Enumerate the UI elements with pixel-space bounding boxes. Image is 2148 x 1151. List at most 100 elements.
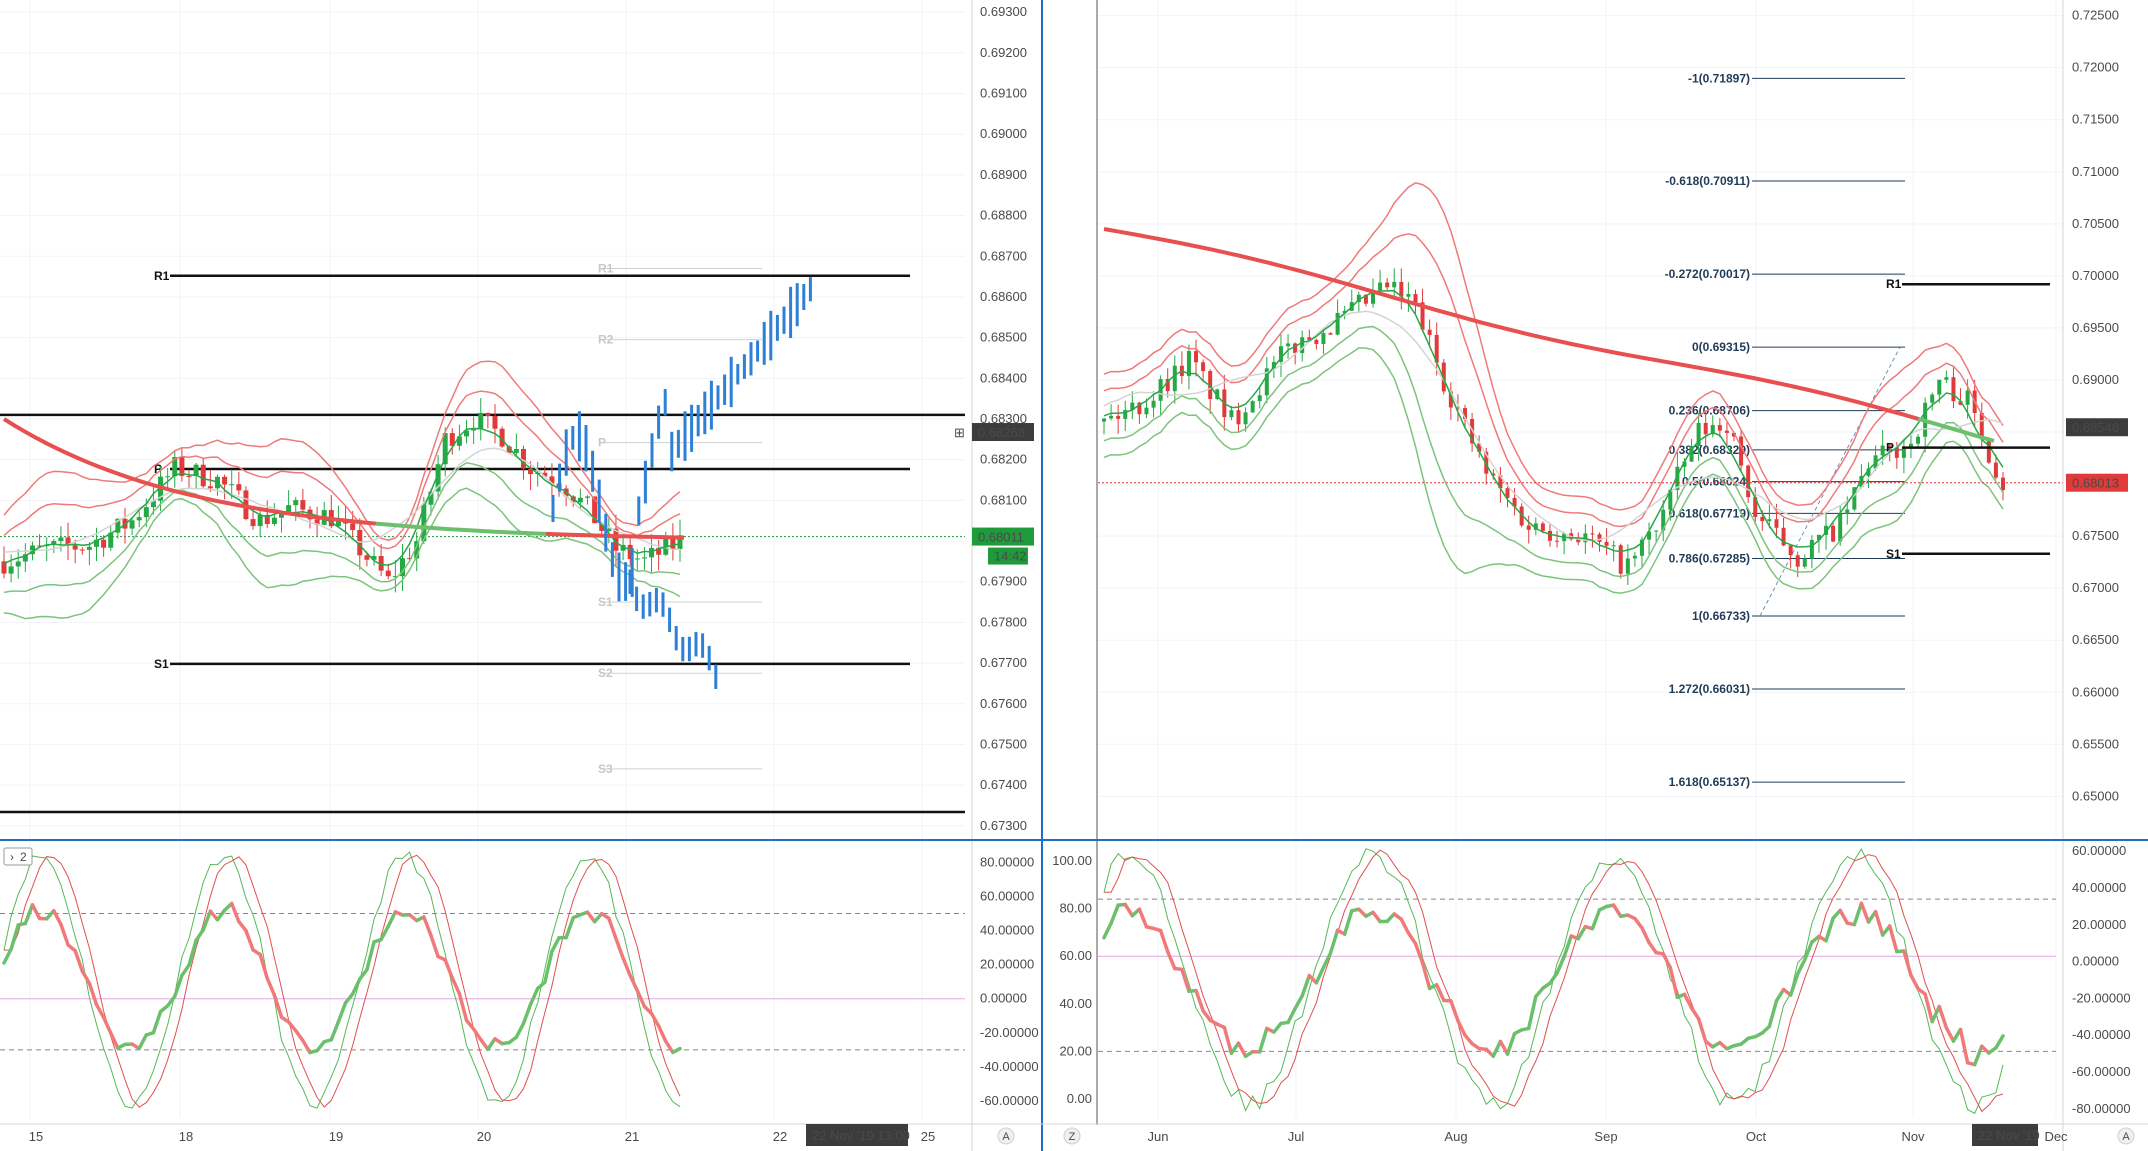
candle-body (1739, 436, 1744, 466)
left-time-tick-label: 15 (29, 1129, 43, 1144)
candle-body (1236, 410, 1241, 425)
fibonacci-level-label: 1.272(0.66031) (1669, 682, 1750, 696)
right-oscillator-right-tick-label: 40.00000 (2072, 880, 2126, 895)
svg-text:Z: Z (1069, 1131, 1076, 1143)
left-date-badge-text: 22 Nov '19 13:00 (812, 1128, 910, 1143)
right-price-tick-label: 0.72500 (2072, 8, 2119, 23)
pane-toggle-button[interactable]: › 2 (3, 847, 33, 866)
candle-body (1328, 333, 1333, 335)
candle-body (1555, 540, 1560, 542)
right-price-tick-label: 0.67500 (2072, 528, 2119, 543)
candle-body (1809, 540, 1814, 559)
candle-body (1406, 294, 1411, 297)
right-price-tick-label: 0.72000 (2072, 60, 2119, 75)
right-price-tick-label: 0.70000 (2072, 268, 2119, 283)
right-time-tick-label: Dec (2044, 1129, 2068, 1144)
left-auto-scale-button[interactable]: A (997, 1127, 1015, 1145)
right-price-tick-label: 0.67000 (2072, 580, 2119, 595)
right-auto-scale-button[interactable]: A (2117, 1127, 2135, 1145)
candle-body (1392, 281, 1397, 288)
candle-body (1880, 445, 1885, 456)
left-price-tick-label: 0.68900 (980, 167, 1027, 182)
candle-body (200, 464, 206, 487)
zoom-button[interactable]: Z (1063, 1127, 1081, 1145)
left-price-tick-label: 0.68500 (980, 330, 1027, 345)
candle-body (1413, 294, 1418, 303)
candle-body (143, 507, 149, 518)
right-oscillator-right-tick-label: -20.00000 (2072, 990, 2131, 1005)
left-time-tick-label: 20 (477, 1129, 491, 1144)
candle-body (1526, 525, 1531, 530)
candle-body (471, 429, 477, 431)
left-price-tick-label: 0.67300 (980, 818, 1027, 833)
left-price-tick-label: 0.67600 (980, 696, 1027, 711)
svg-text:A: A (1002, 1131, 1010, 1143)
candle-body (1802, 558, 1807, 567)
right-oscillator-right-tick-label: -60.00000 (2072, 1064, 2131, 1079)
candle-body (1109, 415, 1114, 419)
candle-body (641, 557, 647, 559)
ghost-level-label: S3 (598, 762, 613, 776)
candle-body (1604, 541, 1609, 546)
candle-body (271, 517, 277, 525)
candle-body (1427, 329, 1432, 335)
candle-body (1250, 401, 1255, 413)
candle-body (1965, 390, 1970, 405)
left-price-tick-label: 0.68400 (980, 370, 1027, 385)
candle-body (136, 517, 142, 521)
candle-body (478, 412, 484, 430)
left-price-tick-label: 0.67900 (980, 574, 1027, 589)
left-oscillator-tick-label: 20.00000 (980, 957, 1034, 972)
right-oscillator-right-tick-label: -40.00000 (2072, 1027, 2131, 1042)
right-price-tick-label: 0.66000 (2072, 684, 2119, 699)
candle-body (1611, 545, 1616, 547)
candle-body (165, 476, 171, 478)
left-price-tick-label: 0.67500 (980, 736, 1027, 751)
right-time-tick-label: Aug (1444, 1129, 1467, 1144)
candle-body (492, 415, 498, 429)
right-oscillator-left-tick-label: 60.00 (1059, 948, 1092, 963)
candle-body (1632, 555, 1637, 559)
countdown-text: 14:42 (994, 549, 1027, 564)
candle-body (1590, 533, 1595, 535)
pivot-level-label: R1 (1886, 277, 1902, 291)
candle-body (350, 523, 356, 530)
left-price-tick-label: 0.68800 (980, 208, 1027, 223)
price-badge-lower-text: 0.68013 (2072, 476, 2119, 491)
candle-body (129, 520, 135, 529)
left-price-tick-label: 0.69300 (980, 4, 1027, 19)
candle-body (1767, 519, 1772, 522)
right-time-tick-label: Nov (1901, 1129, 1925, 1144)
candle-body (1286, 343, 1291, 347)
right-date-badge-text: 22 Nov '19 (1978, 1128, 2040, 1143)
right-time-tick-label: Sep (1594, 1129, 1617, 1144)
candle-body (1335, 313, 1340, 335)
pivot-level-label: R1 (154, 269, 170, 283)
candle-body (1618, 545, 1623, 574)
candle-body (1788, 545, 1793, 556)
price-badge-upper-text: 0.68546 (2072, 420, 2119, 435)
candle-body (1717, 425, 1722, 431)
candle-body (229, 484, 235, 486)
candle-body (1172, 365, 1177, 392)
left-time-tick-label: 21 (625, 1129, 639, 1144)
candle-body (1951, 377, 1956, 402)
left-time-tick-label: 18 (179, 1129, 193, 1144)
crosshair-icon: ⊞ (954, 425, 965, 440)
fibonacci-level-label: 0.236(0.68706) (1669, 404, 1750, 418)
left-oscillator-tick-label: -60.00000 (980, 1093, 1039, 1108)
ghost-level-label: P (598, 436, 606, 450)
right-price-tick-label: 0.70500 (2072, 216, 2119, 231)
right-price-tick-label: 0.66500 (2072, 632, 2119, 647)
candle-body (1243, 412, 1248, 425)
left-price-tick-label: 0.69200 (980, 45, 1027, 60)
right-oscillator-left-tick-label: 100.00 (1052, 853, 1092, 868)
right-time-tick-label: Jul (1288, 1129, 1305, 1144)
right-price-tick-label: 0.69500 (2072, 320, 2119, 335)
right-oscillator-left-tick-label: 40.00 (1059, 996, 1092, 1011)
right-oscillator-left-tick-label: 80.00 (1059, 901, 1092, 916)
candle-body (101, 539, 107, 548)
ghost-level-label: S1 (598, 595, 613, 609)
right-oscillator-right-tick-label: 20.00000 (2072, 917, 2126, 932)
left-price-tick-label: 0.67700 (980, 655, 1027, 670)
